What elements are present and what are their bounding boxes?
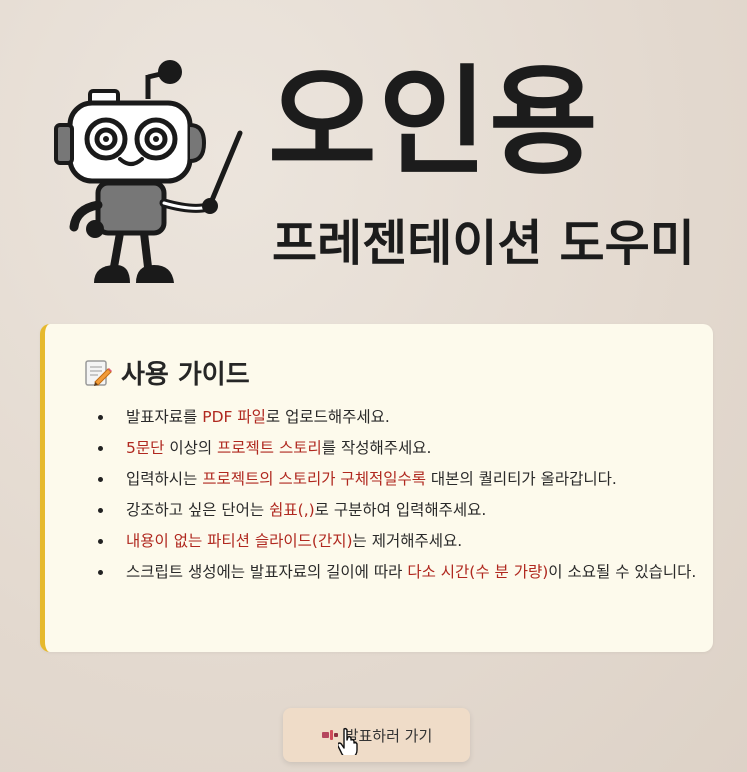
guide-item-text: 를 작성해주세요.	[321, 439, 432, 457]
app-title: 오인용	[268, 53, 600, 191]
guide-item: 스크립트 생성에는 발표자료의 길이에 따라 다소 시간(수 분 가량)이 소요…	[98, 559, 716, 586]
guide-item-text: 이 소요될 수 있습니다.	[548, 563, 697, 581]
guide-item-highlight: 내용이 없는 파티션 슬라이드(간지)	[126, 532, 353, 550]
guide-list: 발표자료를 PDF 파일로 업로드해주세요. 5문단 이상의 프로젝트 스토리를 …	[90, 404, 716, 590]
guide-item-text: 로 업로드해주세요.	[265, 408, 390, 426]
projector-icon	[321, 730, 338, 740]
memo-icon	[85, 359, 112, 386]
guide-item-highlight: 5문단	[126, 439, 165, 457]
guide-item-text: 는 제거해주세요.	[352, 532, 463, 550]
guide-item-text: 이상의	[164, 439, 218, 457]
guide-item-text: 로 구분하여 입력해주세요.	[314, 501, 487, 519]
guide-item-text: 입력하시는	[126, 470, 203, 488]
guide-item-highlight: 프로젝트 스토리	[217, 439, 322, 457]
hero-header: 오인용 프레젠테이션 도우미	[0, 0, 747, 300]
guide-item-highlight: 프로젝트의 스토리가 구체적일수록	[202, 470, 426, 488]
robot-mascot-icon	[54, 60, 243, 283]
guide-item-highlight: PDF 파일	[202, 408, 266, 426]
hand-cursor-icon	[338, 727, 358, 755]
guide-header: 사용 가이드	[83, 354, 250, 391]
guide-item: 발표자료를 PDF 파일로 업로드해주세요.	[98, 404, 716, 431]
guide-item: 입력하시는 프로젝트의 스토리가 구체적일수록 대본의 퀄리티가 올라갑니다.	[98, 466, 716, 493]
start-presentation-button[interactable]: 발표하러 가기	[283, 708, 470, 762]
guide-item: 내용이 없는 파티션 슬라이드(간지)는 제거해주세요.	[98, 528, 716, 555]
usage-guide-card: 사용 가이드 발표자료를 PDF 파일로 업로드해주세요. 5문단 이상의 프로젝…	[40, 324, 713, 652]
app-subtitle: 프레젠테이션 도우미	[272, 215, 695, 272]
guide-item-text: 스크립트 생성에는 발표자료의 길이에 따라	[126, 563, 408, 581]
guide-item-text: 발표자료를	[126, 408, 203, 426]
guide-item-text: 대본의 퀄리티가 올라갑니다.	[426, 470, 617, 488]
guide-item-highlight: 쉼표(,)	[269, 501, 315, 519]
guide-item-highlight: 다소 시간(수 분 가량)	[407, 563, 549, 581]
guide-item-text: 강조하고 싶은 단어는	[126, 501, 270, 519]
guide-item: 5문단 이상의 프로젝트 스토리를 작성해주세요.	[98, 435, 716, 462]
guide-title: 사용 가이드	[121, 360, 250, 390]
guide-item: 강조하고 싶은 단어는 쉼표(,)로 구분하여 입력해주세요.	[98, 497, 716, 524]
